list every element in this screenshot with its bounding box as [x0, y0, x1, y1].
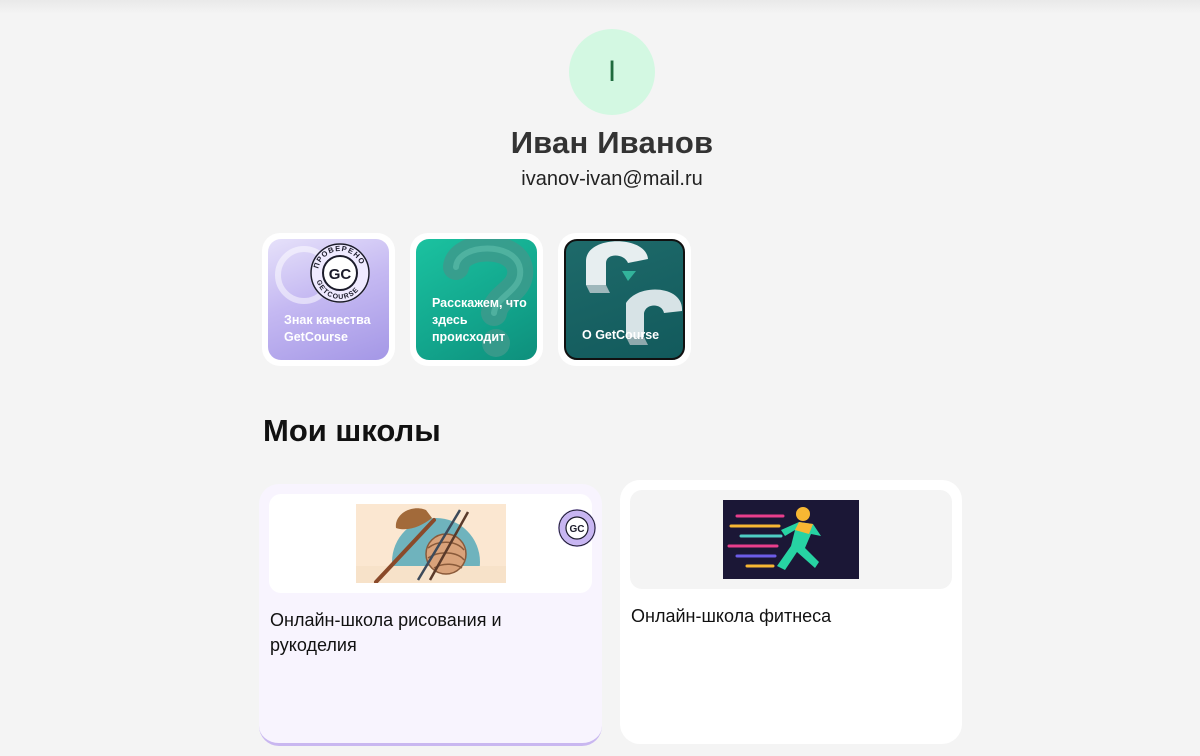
- story-label: Расскажем, что здесь происходит: [432, 296, 527, 344]
- school-name: Онлайн-школа рисования и рукоделия: [270, 610, 502, 655]
- story-cover: О GetCourse: [564, 239, 685, 360]
- school-card-fitness[interactable]: Онлайн-школа фитнеса: [620, 480, 962, 744]
- badge-mark: GC: [329, 266, 352, 283]
- user-name: Иван Иванов: [510, 125, 714, 160]
- avatar-initial: I: [607, 55, 617, 88]
- school-name: Онлайн-школа фитнеса: [631, 606, 832, 626]
- school-cover: [630, 490, 952, 589]
- story-label: Знак качества GetCourse: [284, 313, 371, 344]
- story-about-getcourse[interactable]: О GetCourse: [558, 233, 691, 366]
- school-cover: GC: [269, 494, 596, 593]
- top-shadow: [0, 0, 1200, 14]
- story-cover: Расскажем, что здесь происходит: [416, 239, 537, 360]
- section-title: Мои школы: [263, 413, 441, 448]
- user-email: ivanov-ivan@mail.ru: [521, 168, 703, 190]
- story-quality-badge[interactable]: ПРОВЕРЕНО GETCOURSE GC Знак качества Get…: [262, 233, 395, 366]
- brush-yarn-icon: [356, 504, 506, 583]
- stories-row: ПРОВЕРЕНО GETCOURSE GC Знак качества Get…: [262, 233, 691, 366]
- verified-badge-icon: GC: [558, 509, 596, 547]
- story-what-happens[interactable]: Расскажем, что здесь происходит: [410, 233, 543, 366]
- story-cover: ПРОВЕРЕНО GETCOURSE GC Знак качества Get…: [268, 239, 389, 360]
- story-label: О GetCourse: [582, 328, 660, 342]
- avatar[interactable]: I: [569, 29, 655, 115]
- school-card-drawing[interactable]: GC Онлайн-школа рисования и рукоделия: [259, 484, 602, 746]
- badge-mark: GC: [570, 524, 585, 535]
- runner-icon: [723, 500, 859, 579]
